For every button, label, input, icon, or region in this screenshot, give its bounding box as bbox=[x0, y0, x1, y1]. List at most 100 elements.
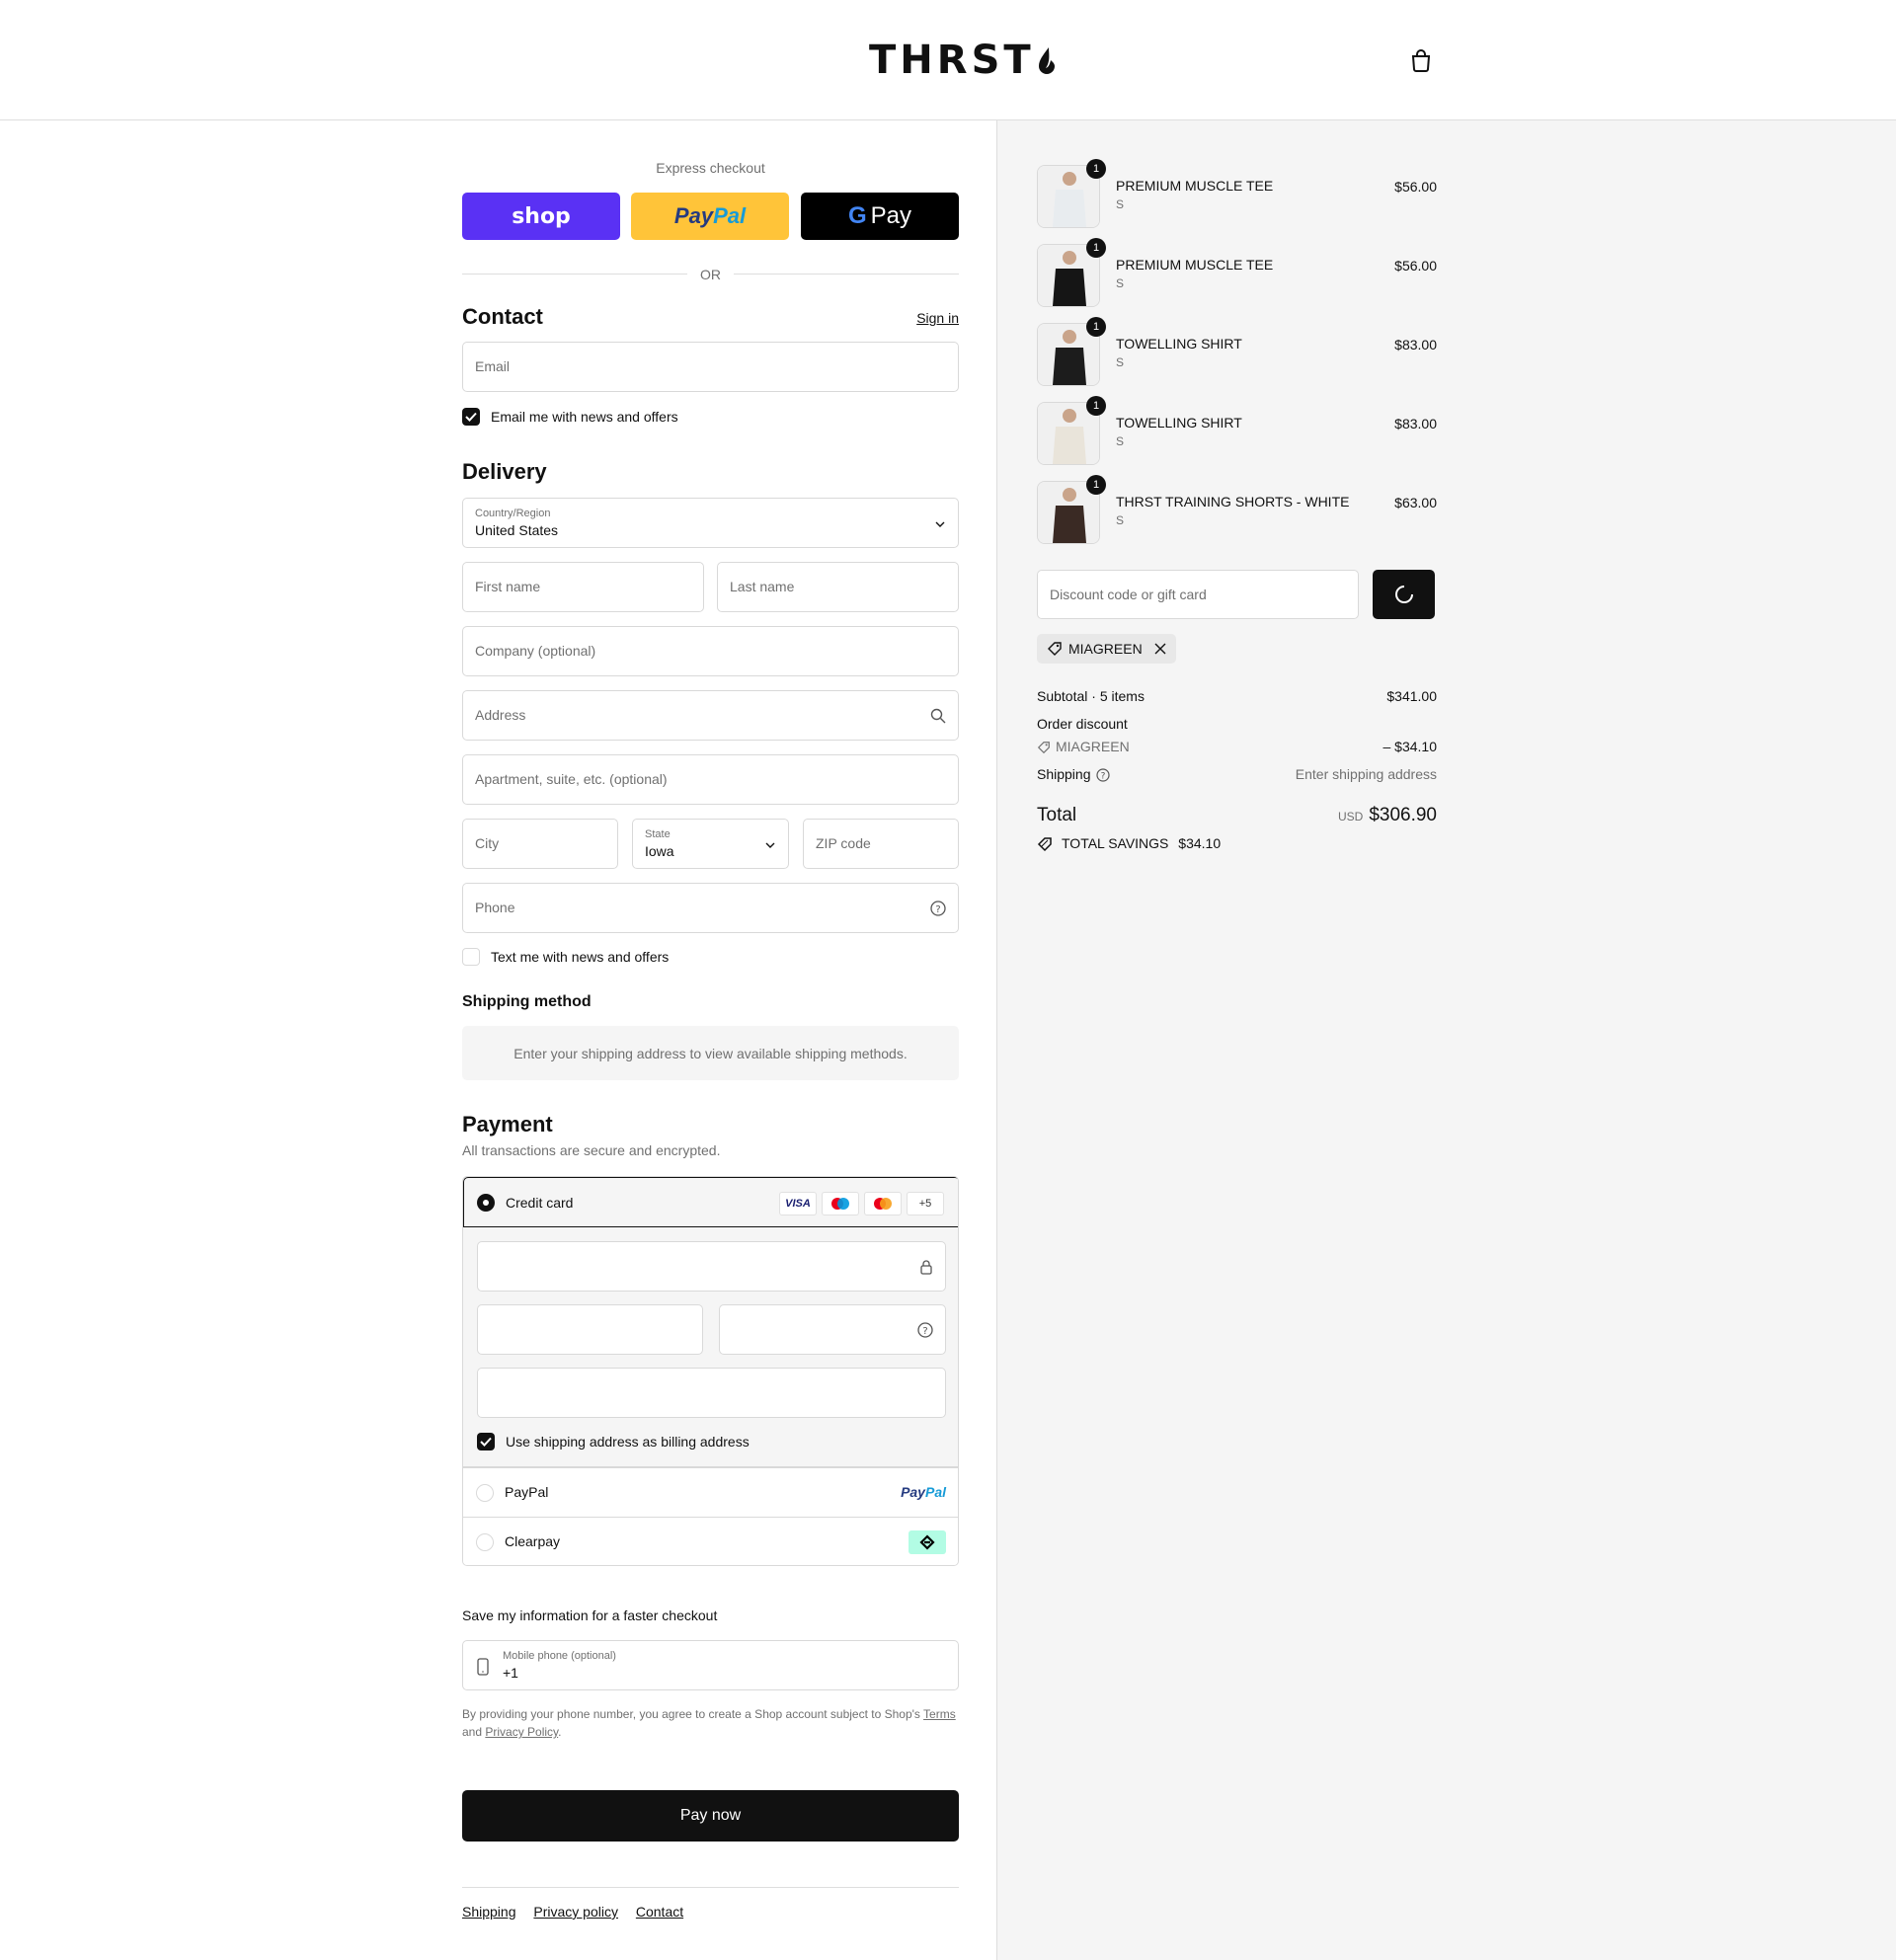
product-name: PREMIUM MUSCLE TEE bbox=[1116, 257, 1274, 273]
expiration-field[interactable] bbox=[477, 1304, 703, 1355]
country-select[interactable]: Country/Region United States bbox=[462, 498, 959, 548]
paypal-logo-icon: PayPal bbox=[901, 1484, 946, 1500]
city-field[interactable]: City bbox=[462, 819, 618, 869]
help-icon[interactable]: ? bbox=[1096, 768, 1110, 782]
product-variant: S bbox=[1116, 197, 1125, 211]
savings-value: $34.10 bbox=[1178, 835, 1222, 851]
terms-link[interactable]: Terms bbox=[923, 1707, 956, 1721]
footer-divider bbox=[462, 1887, 959, 1888]
savings-label: TOTAL SAVINGS bbox=[1062, 835, 1169, 851]
credit-card-form: ? Use shipping address as billing addres… bbox=[463, 1227, 958, 1467]
state-select[interactable]: State Iowa bbox=[632, 819, 789, 869]
store-logo[interactable]: THRST bbox=[869, 38, 1057, 85]
phone-field[interactable]: Phone ? bbox=[462, 883, 959, 933]
sms-news-checkbox[interactable] bbox=[462, 948, 480, 966]
payment-methods: Credit card VISA +5 ? Use shipping addre… bbox=[462, 1176, 959, 1566]
billing-address-checkbox[interactable] bbox=[477, 1433, 495, 1450]
footer-shipping-link[interactable]: Shipping bbox=[462, 1904, 516, 1920]
cart-item: 1 TOWELLING SHIRT S $83.00 bbox=[1037, 396, 1437, 467]
quantity-badge: 1 bbox=[1086, 238, 1106, 258]
remove-code-icon[interactable] bbox=[1154, 643, 1166, 655]
help-icon: ? bbox=[917, 1322, 933, 1338]
product-name: TOWELLING SHIRT bbox=[1116, 336, 1242, 352]
clearpay-radio[interactable] bbox=[476, 1533, 494, 1551]
product-price: $83.00 bbox=[1394, 416, 1437, 431]
discount-value: – $34.10 bbox=[1382, 739, 1438, 754]
product-name: THRST TRAINING SHORTS - WHITE bbox=[1116, 494, 1350, 510]
clearpay-option[interactable]: Clearpay bbox=[463, 1517, 958, 1565]
check-icon bbox=[480, 1437, 492, 1447]
subtotal-label: Subtotal · 5 items bbox=[1037, 688, 1145, 704]
svg-text:?: ? bbox=[922, 1326, 927, 1337]
footer-privacy-link[interactable]: Privacy policy bbox=[533, 1904, 618, 1920]
applied-discount-chip: MIAGREEN bbox=[1037, 634, 1176, 664]
paypal-express-button[interactable]: Pay Pal bbox=[631, 193, 789, 240]
security-code-field[interactable]: ? bbox=[719, 1304, 946, 1355]
discount-code: MIAGREEN bbox=[1056, 739, 1130, 754]
help-icon: ? bbox=[930, 901, 946, 916]
check-icon bbox=[465, 412, 477, 422]
tag-icon bbox=[1037, 742, 1050, 754]
cart-item: 1 THRST TRAINING SHORTS - WHITE S $63.00 bbox=[1037, 475, 1437, 546]
card-number-field[interactable] bbox=[477, 1241, 946, 1292]
footer-contact-link[interactable]: Contact bbox=[636, 1904, 683, 1920]
order-discount-label: Order discount bbox=[1037, 716, 1128, 732]
email-field[interactable]: Email bbox=[462, 342, 959, 392]
quantity-badge: 1 bbox=[1086, 317, 1106, 337]
cart-item: 1 TOWELLING SHIRT S $83.00 bbox=[1037, 317, 1437, 388]
quantity-badge: 1 bbox=[1086, 475, 1106, 495]
product-variant: S bbox=[1116, 276, 1125, 290]
save-info-title: Save my information for a faster checkou… bbox=[462, 1607, 718, 1623]
product-price: $56.00 bbox=[1394, 258, 1437, 274]
contact-title: Contact bbox=[462, 304, 543, 329]
legal-text: By providing your phone number, you agre… bbox=[462, 1707, 956, 1739]
header: THRST bbox=[0, 0, 1896, 120]
product-variant: S bbox=[1116, 355, 1125, 369]
shopping-bag-icon[interactable] bbox=[1410, 48, 1432, 72]
subtotal-value: $341.00 bbox=[1386, 688, 1437, 704]
apartment-field[interactable]: Apartment, suite, etc. (optional) bbox=[462, 754, 959, 805]
paypal-option[interactable]: PayPal PayPal bbox=[463, 1467, 958, 1517]
clearpay-logo-icon bbox=[908, 1530, 946, 1554]
mobile-phone-icon bbox=[477, 1658, 489, 1676]
sms-news-label: Text me with news and offers bbox=[491, 949, 670, 965]
billing-address-label: Use shipping address as billing address bbox=[506, 1434, 750, 1450]
total-label: Total bbox=[1037, 805, 1077, 825]
total-row: Total USD $306.90 bbox=[1037, 805, 1437, 830]
shipping-method-note: Enter your shipping address to view avai… bbox=[462, 1026, 959, 1080]
name-on-card-field[interactable] bbox=[477, 1368, 946, 1418]
visa-icon: VISA bbox=[779, 1192, 817, 1215]
mobile-phone-field[interactable]: Mobile phone (optional) +1 bbox=[462, 1640, 959, 1690]
quantity-badge: 1 bbox=[1086, 396, 1106, 416]
drop-icon bbox=[1037, 39, 1057, 85]
currency: USD bbox=[1337, 810, 1364, 823]
paypal-radio[interactable] bbox=[476, 1484, 494, 1502]
credit-card-option[interactable]: Credit card VISA +5 bbox=[463, 1177, 958, 1227]
svg-text:?: ? bbox=[1101, 772, 1106, 782]
google-pay-button[interactable]: G Pay bbox=[801, 193, 959, 240]
zip-field[interactable]: ZIP code bbox=[803, 819, 959, 869]
paypal-label: PayPal bbox=[505, 1484, 549, 1500]
express-checkout-title: Express checkout bbox=[656, 160, 765, 176]
credit-card-radio[interactable] bbox=[477, 1194, 495, 1212]
savings-row: TOTAL SAVINGS $34.10 bbox=[1037, 835, 1437, 852]
shipping-label: Shipping bbox=[1037, 766, 1091, 782]
discount-input[interactable]: Discount code or gift card bbox=[1037, 570, 1359, 619]
delivery-title: Delivery bbox=[462, 459, 547, 484]
credit-card-label: Credit card bbox=[506, 1195, 574, 1211]
privacy-policy-link[interactable]: Privacy Policy bbox=[485, 1725, 558, 1739]
pay-now-button[interactable]: Pay now bbox=[462, 1790, 959, 1842]
shop-pay-button[interactable]: shop bbox=[462, 193, 620, 240]
sign-in-link[interactable]: Sign in bbox=[916, 310, 959, 326]
footer-links: Shipping Privacy policy Contact bbox=[462, 1904, 697, 1920]
email-news-checkbox[interactable] bbox=[462, 408, 480, 426]
shipping-value: Enter shipping address bbox=[1295, 766, 1437, 782]
first-name-field[interactable]: First name bbox=[462, 562, 704, 612]
last-name-field[interactable]: Last name bbox=[717, 562, 959, 612]
quantity-badge: 1 bbox=[1086, 159, 1106, 179]
apply-discount-button[interactable] bbox=[1373, 570, 1435, 619]
address-field[interactable]: Address bbox=[462, 690, 959, 741]
discount-code-row: MIAGREEN – $34.10 bbox=[1037, 739, 1437, 754]
company-field[interactable]: Company (optional) bbox=[462, 626, 959, 676]
shipping-method-title: Shipping method bbox=[462, 993, 592, 1010]
